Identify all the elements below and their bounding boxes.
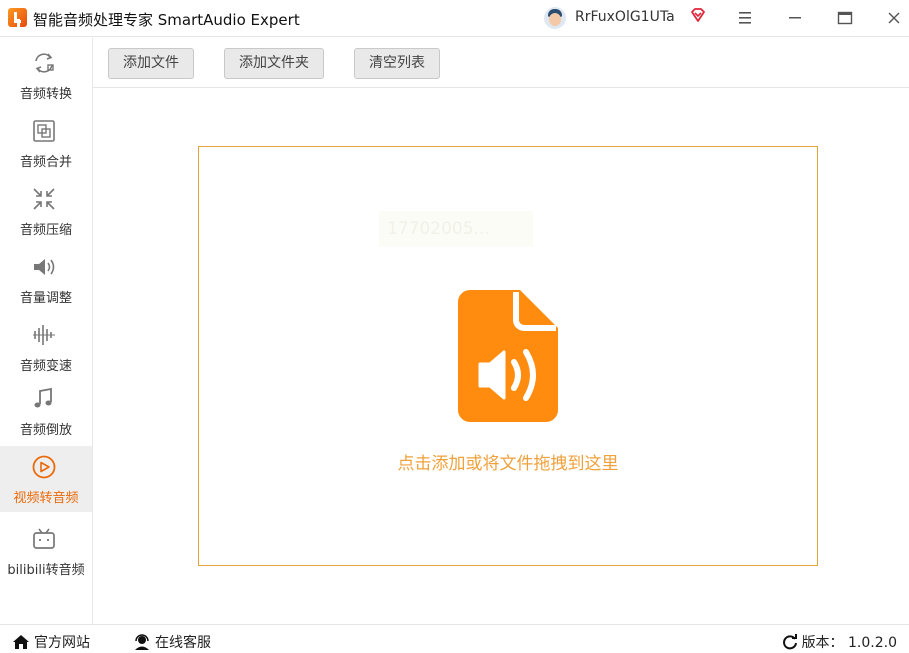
username[interactable]: RrFuxOlG1UTa xyxy=(575,9,675,25)
menu-button[interactable] xyxy=(732,6,758,30)
refresh-icon xyxy=(782,634,797,650)
speed-icon xyxy=(33,325,55,345)
sidebar-item-label: 音频合并 xyxy=(19,155,72,170)
sidebar-item-audio-reverse[interactable]: 音频倒放 xyxy=(0,378,92,444)
home-icon xyxy=(13,635,29,649)
watermark-text: 17702005... xyxy=(379,211,533,247)
video-play-icon xyxy=(32,455,56,479)
sidebar-item-volume-adjust[interactable]: 音量调整 xyxy=(0,246,92,312)
sidebar-item-audio-merge[interactable]: 音频合并 xyxy=(0,110,92,176)
audio-file-icon xyxy=(458,290,558,422)
sidebar-item-label: 音量调整 xyxy=(19,291,72,306)
drop-hint-text: 点击添加或将文件拖拽到这里 xyxy=(397,454,619,474)
file-drop-zone[interactable]: 17702005... 点击添加或将文件拖拽到这里 xyxy=(198,146,818,566)
online-support-link[interactable]: 在线客服 xyxy=(133,632,211,652)
app-window: 智能音频处理专家 SmartAudio Expert RrFuxOlG1UTa xyxy=(0,0,909,653)
minimize-button[interactable] xyxy=(782,6,808,30)
online-support-label: 在线客服 xyxy=(155,635,211,651)
sidebar: 音频转换 音频合并 音频压缩 音量调整 音频变速 音频倒放 视频转音频 bili… xyxy=(0,38,93,624)
close-icon xyxy=(888,12,900,24)
minimize-icon xyxy=(789,17,801,19)
sidebar-item-label: 音频倒放 xyxy=(19,423,72,438)
version-label: 版本： 1.0.2.0 xyxy=(801,635,897,651)
add-file-button[interactable]: 添加文件 xyxy=(108,48,194,79)
sidebar-item-audio-convert[interactable]: 音频转换 xyxy=(0,42,92,108)
clear-list-button[interactable]: 清空列表 xyxy=(354,48,440,79)
sidebar-item-label: 音频变速 xyxy=(19,359,72,374)
app-title: 智能音频处理专家 SmartAudio Expert xyxy=(33,11,300,29)
sidebar-item-audio-compress[interactable]: 音频压缩 xyxy=(0,178,92,244)
bilibili-tv-icon xyxy=(33,528,55,549)
title-bar: 智能音频处理专家 SmartAudio Expert RrFuxOlG1UTa xyxy=(0,0,909,37)
sidebar-item-speed-change[interactable]: 音频变速 xyxy=(0,314,92,380)
close-button[interactable] xyxy=(881,6,907,30)
sidebar-item-label: 视频转音频 xyxy=(13,491,79,506)
sidebar-item-bilibili-to-audio[interactable]: bilibili转音频 xyxy=(0,518,92,584)
merge-icon xyxy=(33,120,55,142)
compress-icon xyxy=(33,188,55,210)
status-bar: 官方网站 在线客服 版本： 1.0.2.0 xyxy=(0,624,909,653)
official-website-label: 官方网站 xyxy=(34,635,90,651)
sidebar-item-video-to-audio[interactable]: 视频转音频 xyxy=(0,446,92,512)
volume-icon xyxy=(34,259,55,275)
maximize-icon xyxy=(837,11,853,25)
maximize-button[interactable] xyxy=(832,6,858,30)
version-info[interactable]: 版本： 1.0.2.0 xyxy=(782,632,897,652)
convert-icon xyxy=(35,53,54,73)
customer-service-icon xyxy=(135,634,149,650)
add-folder-button[interactable]: 添加文件夹 xyxy=(224,48,324,79)
vip-diamond-icon[interactable] xyxy=(690,7,706,23)
sidebar-item-label: 音频压缩 xyxy=(19,223,72,238)
sidebar-item-label: 音频转换 xyxy=(19,87,72,102)
sidebar-item-label: bilibili转音频 xyxy=(7,563,85,578)
avatar[interactable] xyxy=(544,7,566,29)
toolbar: 添加文件 添加文件夹 清空列表 xyxy=(93,38,909,88)
app-logo-icon xyxy=(8,8,27,27)
official-website-link[interactable]: 官方网站 xyxy=(12,632,90,652)
music-note-icon xyxy=(34,387,52,408)
hamburger-icon xyxy=(739,12,751,24)
